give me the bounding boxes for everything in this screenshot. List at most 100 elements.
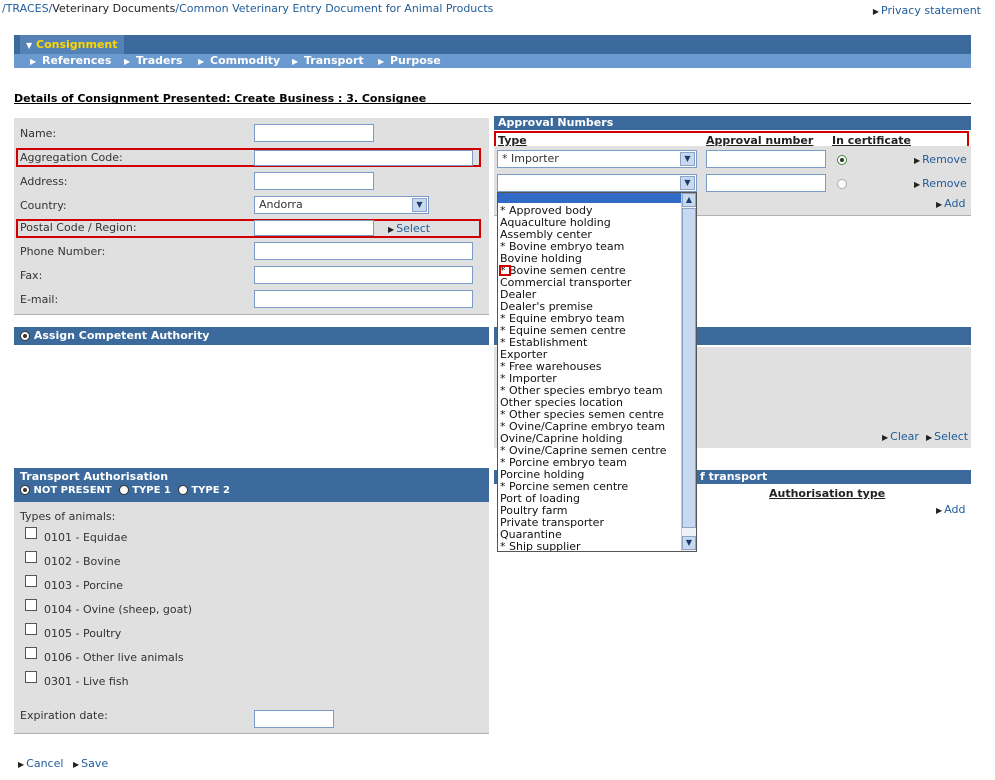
transport-authorisation-title: Transport Authorisation xyxy=(20,470,169,483)
approval-number-input-2[interactable] xyxy=(706,174,826,192)
scroll-down-icon[interactable]: ▼ xyxy=(682,536,696,550)
scrollbar-thumb[interactable] xyxy=(682,208,696,528)
email-input[interactable] xyxy=(254,290,473,308)
cancel-link[interactable]: ▶ Cancel xyxy=(18,757,63,770)
divider xyxy=(14,103,971,104)
radio-selected-icon[interactable] xyxy=(20,331,30,341)
transport-authorisation-header: Transport Authorisation NOT PRESENT TYPE… xyxy=(14,468,489,502)
animal-label: 0106 - Other live animals xyxy=(44,651,184,664)
dropdown-scrollbar[interactable]: ▲ ▼ xyxy=(681,193,696,551)
arrow-right-icon: ▶ xyxy=(30,57,37,66)
animal-checkbox-0301[interactable] xyxy=(25,671,37,683)
fax-input[interactable] xyxy=(254,266,473,284)
remove-link-2[interactable]: ▶ Remove xyxy=(914,177,967,190)
save-link[interactable]: ▶ Save xyxy=(73,757,108,770)
breadcrumb: /TRACES/Veterinary Documents/Common Vete… xyxy=(2,2,493,15)
chevron-down-icon[interactable]: ▼ xyxy=(680,152,695,166)
type2-label: TYPE 2 xyxy=(191,485,230,496)
postal-code-label: Postal Code / Region: xyxy=(20,221,137,234)
animal-label: 0101 - Equidae xyxy=(44,531,128,544)
country-select[interactable]: Andorra ▼ xyxy=(254,196,429,214)
animal-checkbox-0101[interactable] xyxy=(25,527,37,539)
select-link-label: Select xyxy=(396,222,431,235)
remove-link-1[interactable]: ▶ Remove xyxy=(914,153,967,166)
add-label: Add xyxy=(944,503,966,516)
animal-checkbox-0105[interactable] xyxy=(25,623,37,635)
arrow-right-icon: ▶ xyxy=(936,506,943,515)
bovine-semen-highlight xyxy=(499,265,511,276)
not-present-label: NOT PRESENT xyxy=(33,485,112,496)
approval-add-link[interactable]: ▶ Add xyxy=(936,197,965,210)
arrow-right-icon: ▶ xyxy=(292,57,299,66)
name-input[interactable] xyxy=(254,124,374,142)
breadcrumb-vet-docs-link[interactable]: Veterinary Documents xyxy=(52,2,175,15)
remove-label: Remove xyxy=(922,153,967,166)
animal-checkbox-0103[interactable] xyxy=(25,575,37,587)
in-certificate-radio-2[interactable] xyxy=(837,177,847,190)
approval-type-dropdown-list[interactable]: * Approved body Aquaculture holding Assemb… xyxy=(497,192,697,552)
subtab-traders[interactable]: ▶ Traders xyxy=(124,54,182,69)
radio-type2[interactable] xyxy=(177,485,188,495)
animal-checkbox-0104[interactable] xyxy=(25,599,37,611)
approval-type-select-1[interactable]: * Importer ▼ xyxy=(497,150,697,168)
phone-input[interactable] xyxy=(254,242,473,260)
arrow-right-icon: ▶ xyxy=(882,433,889,442)
tab-consignment-label: Consignment xyxy=(36,38,118,51)
arrow-right-icon: ▶ xyxy=(914,180,921,189)
animal-label: 0104 - Ovine (sheep, goat) xyxy=(44,603,192,616)
subtab-label: Commodity xyxy=(210,54,281,67)
competent-authority-label: Assign Competent Authority xyxy=(33,329,210,342)
arrow-right-icon: ▶ xyxy=(198,57,205,66)
authority-clear-link[interactable]: ▶ Clear xyxy=(882,430,919,443)
radio-type1[interactable] xyxy=(118,485,129,495)
country-label: Country: xyxy=(20,199,67,212)
save-label: Save xyxy=(81,757,109,770)
transport-add-link[interactable]: ▶ Add xyxy=(936,503,965,516)
subtab-label: Purpose xyxy=(390,54,441,67)
remove-label: Remove xyxy=(922,177,967,190)
privacy-statement-link[interactable]: ▶ Privacy statement xyxy=(873,4,981,17)
approval-type-select-2[interactable]: ▼ xyxy=(497,174,697,192)
chevron-down-icon: ▼ xyxy=(26,41,33,50)
subtab-references[interactable]: ▶ References xyxy=(30,54,111,69)
animal-checkbox-0102[interactable] xyxy=(25,551,37,563)
subtab-purpose[interactable]: ▶ Purpose xyxy=(378,54,441,69)
expiration-date-input[interactable] xyxy=(254,710,334,728)
subtab-transport[interactable]: ▶ Transport xyxy=(292,54,364,69)
approval-number-input-1[interactable] xyxy=(706,150,826,168)
phone-label: Phone Number: xyxy=(20,245,106,258)
subtab-label: Traders xyxy=(136,54,183,67)
email-label: E-mail: xyxy=(20,293,59,306)
cancel-label: Cancel xyxy=(26,757,64,770)
animal-label: 0102 - Bovine xyxy=(44,555,121,568)
competent-authority-header: Assign Competent Authority xyxy=(14,327,489,345)
chevron-down-icon[interactable]: ▼ xyxy=(412,198,427,212)
address-input[interactable] xyxy=(254,172,374,190)
radio-not-present[interactable] xyxy=(20,485,30,495)
dropdown-option[interactable]: * Ship supplier xyxy=(500,541,581,552)
subtab-label: References xyxy=(42,54,112,67)
chevron-down-icon[interactable]: ▼ xyxy=(680,176,695,190)
aggregation-code-input[interactable] xyxy=(254,150,473,166)
postal-select-link[interactable]: ▶ Select xyxy=(388,222,430,235)
tab-consignment[interactable]: ▼ Consignment xyxy=(20,35,124,54)
approval-type-value: * Importer xyxy=(502,152,559,165)
animal-label: 0301 - Live fish xyxy=(44,675,129,688)
authority-select-link[interactable]: ▶ Select xyxy=(926,430,968,443)
arrow-right-icon: ▶ xyxy=(388,225,395,234)
approval-header: Approval Numbers xyxy=(494,116,971,130)
subtab-commodity[interactable]: ▶ Commodity xyxy=(198,54,280,69)
fax-label: Fax: xyxy=(20,269,43,282)
country-value: Andorra xyxy=(259,198,303,211)
scroll-up-icon[interactable]: ▲ xyxy=(682,193,696,207)
address-label: Address: xyxy=(20,175,68,188)
breadcrumb-traces-link[interactable]: /TRACES/ xyxy=(2,2,52,15)
animal-checkbox-0106[interactable] xyxy=(25,647,37,659)
arrow-right-icon: ▶ xyxy=(936,200,943,209)
breadcrumb-current: Common Veterinary Entry Document for Ani… xyxy=(179,2,494,15)
dropdown-selected-row[interactable] xyxy=(498,193,682,203)
expiration-date-label: Expiration date: xyxy=(20,709,108,722)
in-certificate-radio-1[interactable] xyxy=(837,153,847,166)
type1-label: TYPE 1 xyxy=(132,485,171,496)
postal-code-input[interactable] xyxy=(254,220,374,236)
